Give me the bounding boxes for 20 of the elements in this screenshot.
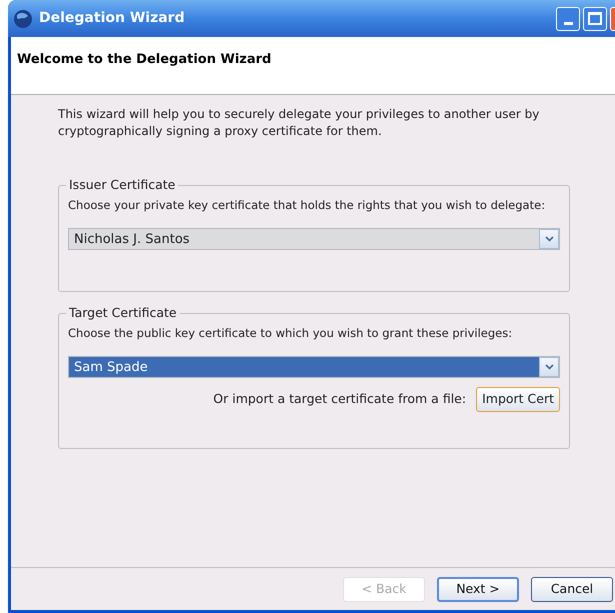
import-button[interactable]: Import Cert bbox=[476, 387, 560, 412]
dropdown-value: Sam Spade bbox=[73, 360, 149, 374]
dropdown-value: Nicholas J. Santos bbox=[73, 232, 191, 246]
group-prompt: Choose the public key certificate to which you wish to grant these privileges: bbox=[68, 324, 514, 342]
header-title: Welcome to the Delegation Wizard bbox=[17, 52, 272, 67]
chevron-down-icon[interactable] bbox=[539, 229, 559, 249]
wizard-button[interactable]: Cancel bbox=[531, 577, 613, 602]
window-title: Delegation Wizard bbox=[39, 9, 186, 28]
globe-icon bbox=[13, 8, 33, 28]
dropdown[interactable]: Sam Spade bbox=[68, 356, 560, 378]
group-title: Target Certificate bbox=[68, 304, 178, 322]
import-label: Or import a target certificate from a file: bbox=[213, 390, 466, 408]
intro-text: This wizard will help you to securely delegate your privileges to another user by cryptographically signing a proxy certificate for them. bbox=[58, 106, 540, 140]
group-title: Issuer Certificate bbox=[68, 176, 176, 194]
group-prompt: Choose your private key certificate that holds the rights that you wish to delegate: bbox=[68, 196, 546, 214]
chevron-down-icon[interactable] bbox=[539, 357, 559, 377]
minimize-icon[interactable] bbox=[556, 6, 580, 30]
maximize-icon[interactable] bbox=[583, 6, 607, 30]
dropdown[interactable]: Nicholas J. Santos bbox=[68, 228, 560, 250]
wizard-button[interactable]: Next > bbox=[437, 577, 519, 602]
